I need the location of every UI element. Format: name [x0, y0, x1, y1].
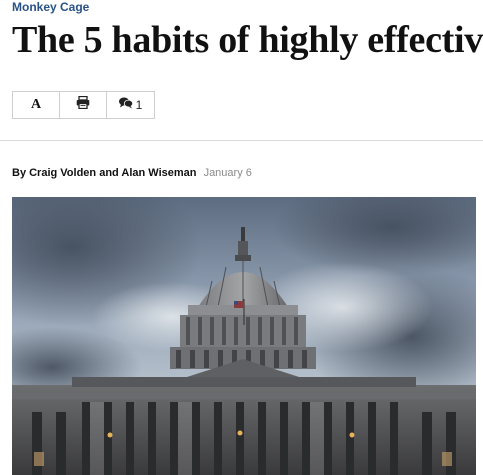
- print-button[interactable]: [60, 92, 107, 118]
- print-icon: [76, 95, 90, 114]
- article-headline: The 5 habits of highly effective: [12, 19, 483, 61]
- capitol-dome-photo: [12, 197, 476, 475]
- comment-count: 1: [135, 98, 143, 112]
- section-kicker-link[interactable]: Monkey Cage: [12, 0, 89, 14]
- comments-icon: [118, 96, 133, 114]
- article-toolbar: A 1: [12, 91, 155, 119]
- byline-date: January 6: [203, 167, 252, 179]
- font-size-icon: A: [30, 97, 42, 112]
- comments-button[interactable]: 1: [107, 92, 154, 118]
- byline-authors[interactable]: By Craig Volden and Alan Wiseman: [12, 167, 197, 179]
- byline: By Craig Volden and Alan Wiseman January…: [12, 166, 252, 180]
- divider: [0, 140, 483, 141]
- font-size-button[interactable]: A: [13, 92, 60, 118]
